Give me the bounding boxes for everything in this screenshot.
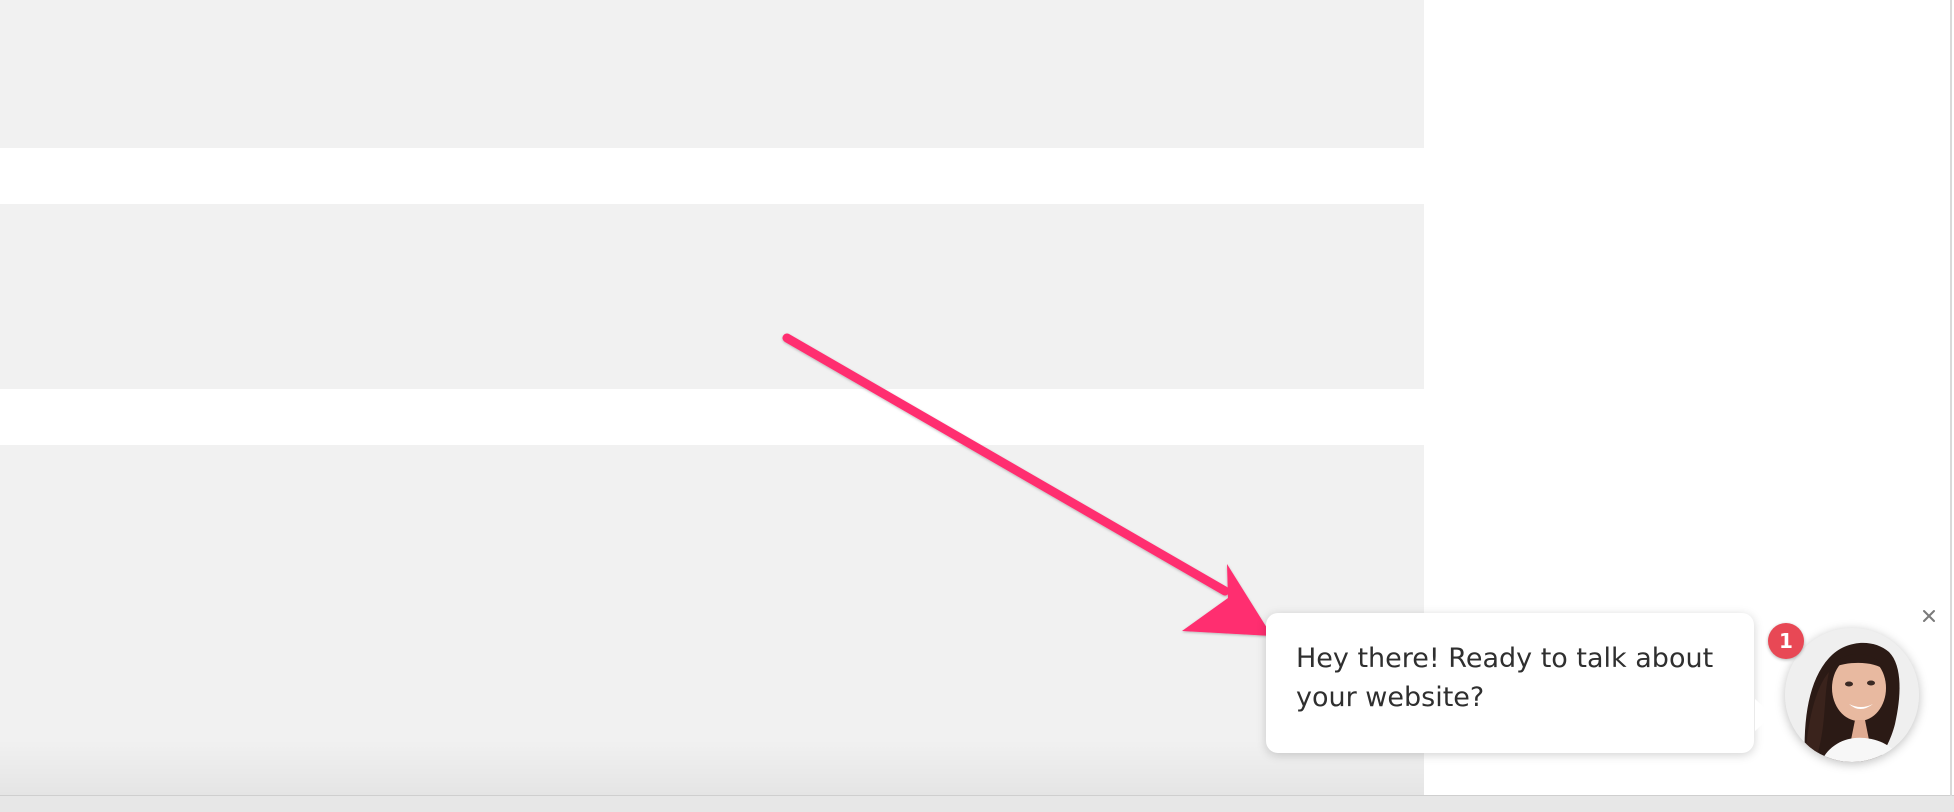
chat-message-text: Hey there! Ready to talk about your webs…: [1296, 643, 1714, 713]
avatar-photo: [1785, 628, 1919, 762]
window-bottom-bar: [0, 795, 1954, 812]
agent-avatar[interactable]: [1785, 628, 1919, 762]
chat-message-bubble[interactable]: Hey there! Ready to talk about your webs…: [1266, 613, 1754, 753]
unread-count-badge: 1: [1768, 623, 1804, 659]
close-icon[interactable]: [1918, 605, 1940, 627]
chat-bubble-tail: [1755, 699, 1773, 731]
content-placeholder-block: [0, 204, 1424, 389]
content-placeholder-block: [0, 0, 1424, 148]
window-right-edge: [1950, 0, 1952, 796]
bottom-shadow: [0, 740, 1424, 795]
